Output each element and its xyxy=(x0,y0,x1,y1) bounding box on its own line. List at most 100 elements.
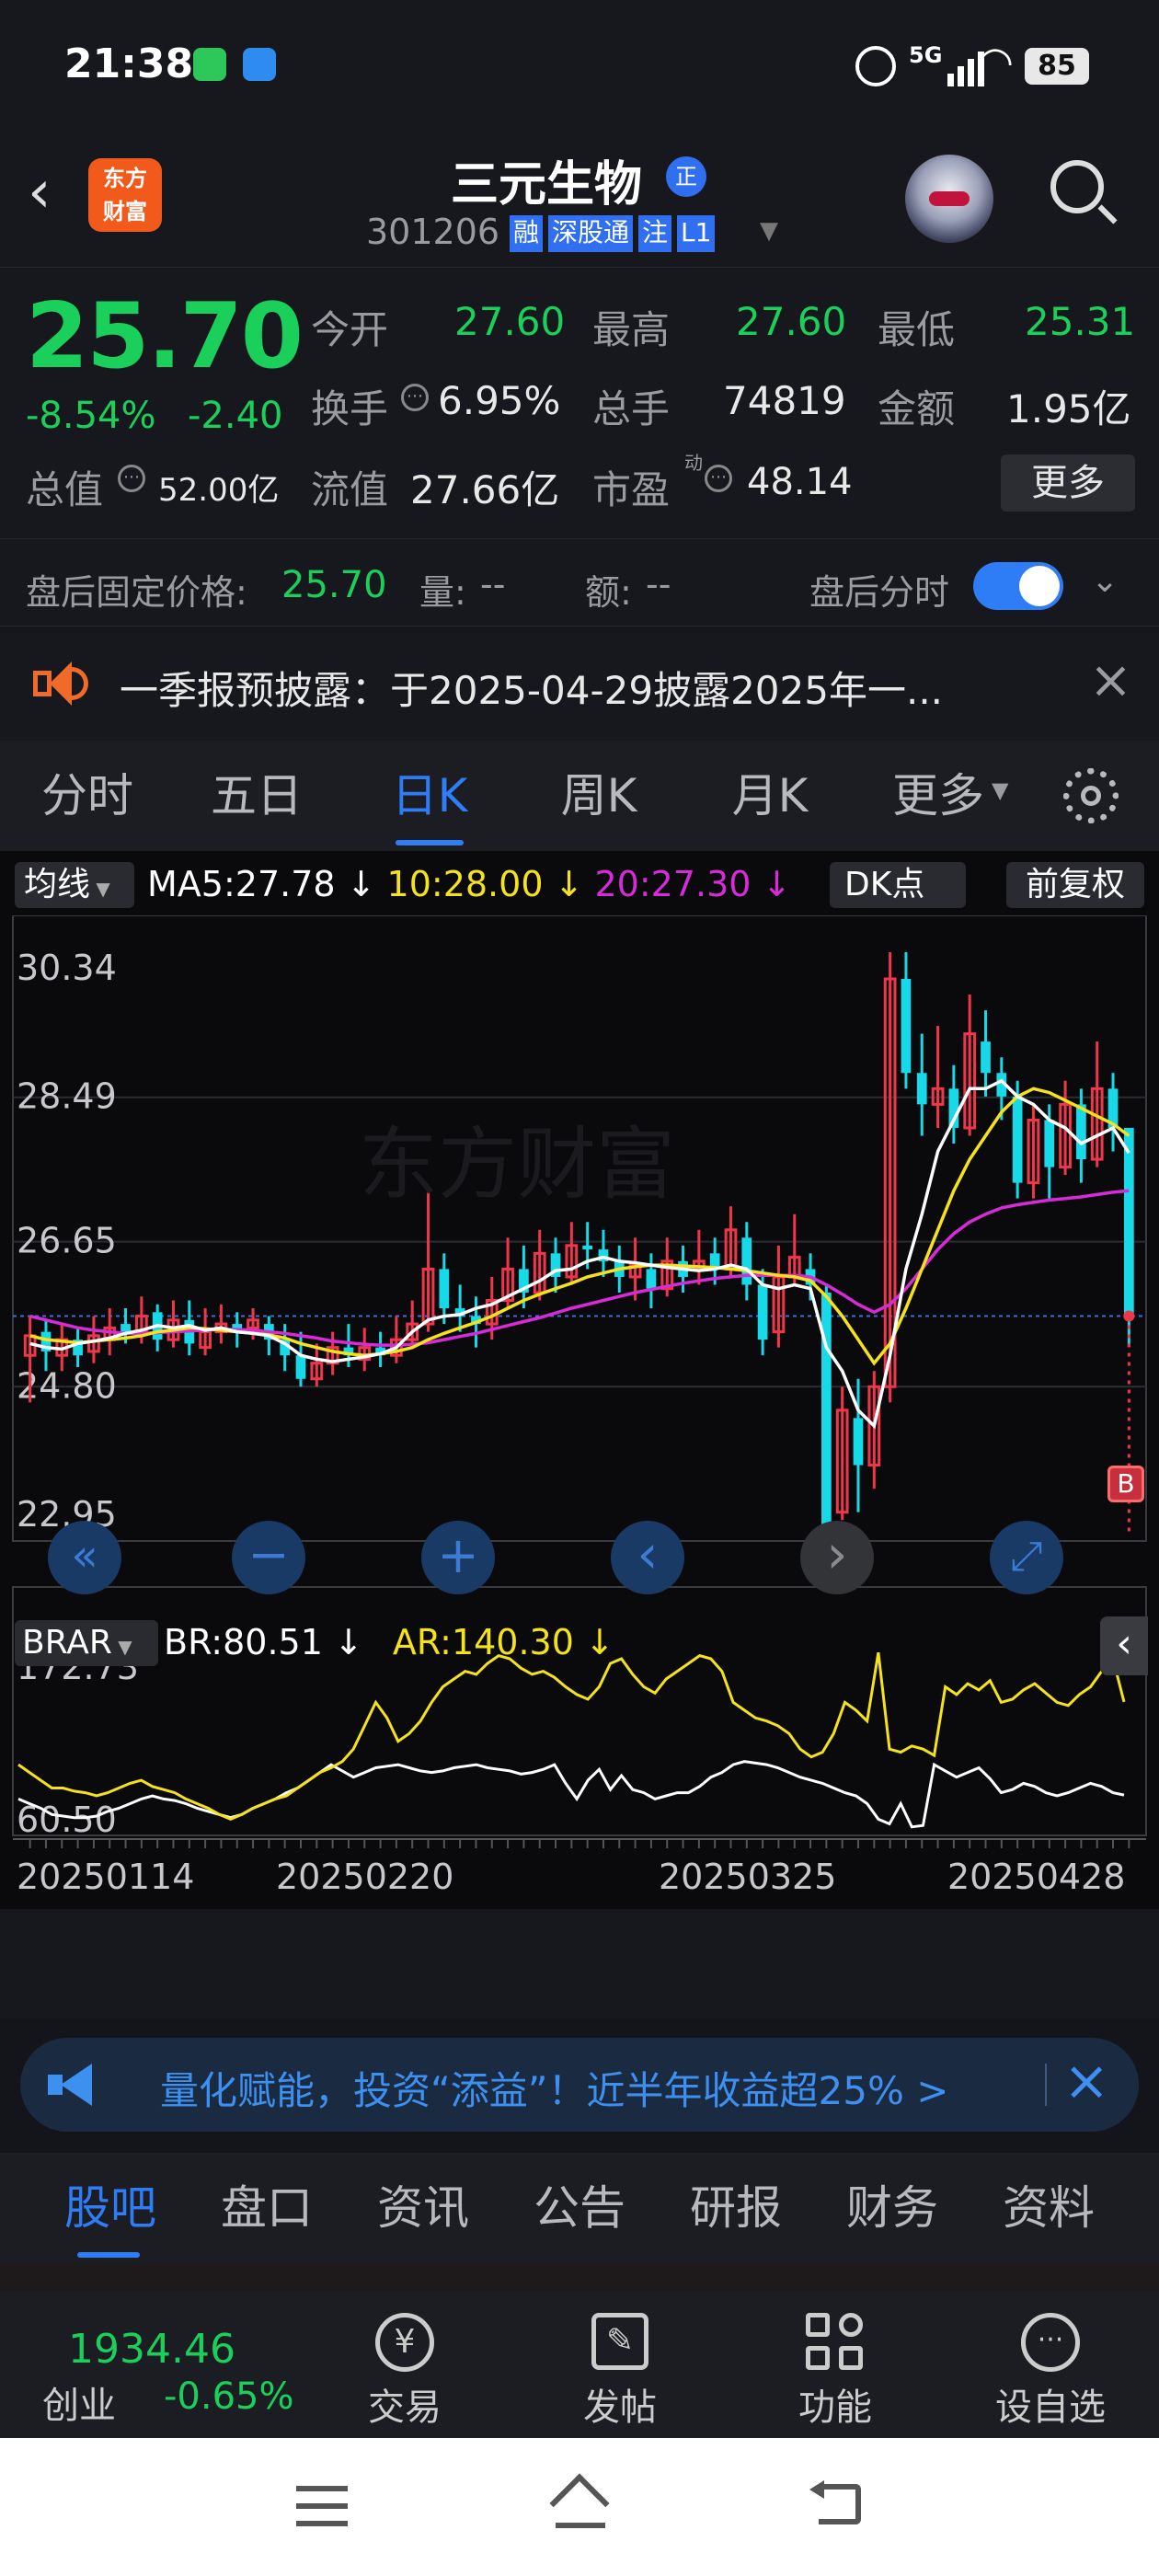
collapse-panel-icon[interactable]: ‹ xyxy=(1100,1616,1148,1675)
trade-button[interactable]: ¥ 交易 xyxy=(340,2300,469,2429)
br-line xyxy=(17,1760,1125,1829)
promo-banner[interactable]: 量化赋能，投资“添益”！近半年收益超25% > × xyxy=(20,2038,1139,2132)
expand-caret-icon[interactable]: ▼ xyxy=(760,217,778,245)
tab-forum[interactable]: 股吧 xyxy=(46,2153,175,2263)
network-type: 5G xyxy=(909,42,943,68)
more-button[interactable]: 更多 xyxy=(1001,454,1135,512)
dk-point-button[interactable]: DK点 xyxy=(830,862,966,908)
indicator-selector[interactable]: BRAR ▼ xyxy=(15,1620,158,1666)
tab-daily-k[interactable]: 日K xyxy=(361,741,499,851)
tab-news[interactable]: 资讯 xyxy=(359,2153,488,2263)
ma5-value: MA5:27.78 xyxy=(147,864,336,904)
system-nav-bar xyxy=(0,2438,1159,2576)
tab-intraday[interactable]: 分时 xyxy=(18,741,156,851)
quote-panel: 25.70 -8.54% -2.40 今开 27.60 最高 27.60 最低 … xyxy=(0,267,1159,626)
candle-body xyxy=(757,1284,768,1340)
rewind-icon[interactable]: « xyxy=(48,1521,121,1594)
functions-button[interactable]: 功能 xyxy=(771,2300,900,2429)
app-notification-icon xyxy=(243,48,276,81)
tab-more[interactable]: 更多 xyxy=(883,741,993,851)
back-nav-icon[interactable] xyxy=(809,2478,865,2530)
alarm-icon xyxy=(855,46,896,86)
adjust-button[interactable]: 前复权 xyxy=(1006,862,1144,908)
functions-label: 功能 xyxy=(798,2386,872,2429)
search-icon[interactable] xyxy=(1050,160,1118,226)
tab-research[interactable]: 研报 xyxy=(671,2153,800,2263)
trade-label: 交易 xyxy=(368,2386,442,2429)
amount-label: 金额 xyxy=(878,386,956,431)
back-button[interactable]: ‹ xyxy=(28,160,74,224)
notice-text: 一季报预披露：于2025-04-29披露2025年一... xyxy=(120,668,944,713)
tab-announcements[interactable]: 公告 xyxy=(515,2153,644,2263)
scroll-left-icon[interactable]: ‹ xyxy=(611,1521,684,1594)
candle-body xyxy=(120,1324,131,1332)
chart-bottom-spacer xyxy=(0,1909,1159,2019)
after-amount-label: 额: xyxy=(585,572,632,613)
stock-code: 301206 xyxy=(366,212,500,252)
kline-chart[interactable]: 30.3428.4926.6524.8022.95东方财富172.7360.50… xyxy=(0,915,1159,2019)
after-hours-toggle-label: 盘后分时 xyxy=(809,572,950,613)
active-tab-indicator xyxy=(396,840,464,845)
ma-selector-button[interactable]: 均线 ▼ xyxy=(15,862,134,908)
chevron-down-icon[interactable]: ⌄ xyxy=(1091,562,1119,600)
buy-marker[interactable]: B xyxy=(1107,1466,1144,1502)
menu-icon[interactable] xyxy=(296,2486,348,2526)
change-percent: -8.54% xyxy=(26,395,156,437)
caret-down-icon[interactable]: ▼ xyxy=(992,777,1008,803)
candle-body xyxy=(646,1269,657,1289)
high-value: 27.60 xyxy=(736,299,847,344)
home-icon[interactable] xyxy=(549,2473,611,2534)
tab-monthly-k[interactable]: 月K xyxy=(701,741,839,851)
indicator-values: BR:80.51 ↓ AR:140.30 ↓ xyxy=(164,1622,614,1662)
content-tabs: 股吧 盘口 资讯 公告 研报 财务 资料 xyxy=(0,2153,1159,2263)
after-hours-toggle[interactable] xyxy=(973,562,1063,610)
after-hours-price: 25.70 xyxy=(281,564,387,606)
notice-bar[interactable]: 一季报预披露：于2025-04-29披露2025年一... × xyxy=(0,626,1159,741)
tab-weekly-k[interactable]: 周K xyxy=(530,741,668,851)
post-button[interactable]: ✎ 发帖 xyxy=(556,2300,684,2429)
tab-five-day[interactable]: 五日 xyxy=(188,741,326,851)
y-axis-label: 24.80 xyxy=(17,1365,117,1406)
gear-icon[interactable] xyxy=(1063,768,1119,823)
x-axis-label: 20250325 xyxy=(659,1857,836,1897)
candle-body xyxy=(1123,1127,1134,1317)
bottom-toolbar: 1934.46 创业 -0.65% ¥ 交易 ✎ 发帖 功能 ··· 设自选 xyxy=(0,2291,1159,2438)
scroll-right-icon[interactable]: › xyxy=(800,1521,874,1594)
stock-name: 三元生物 xyxy=(451,157,643,213)
amount-value: 1.95亿 xyxy=(1006,386,1131,431)
low-label: 最低 xyxy=(878,307,956,352)
kline-chart-area: 均线 ▼ MA5:27.78 ↓ 10:28.00 ↓ 20:27.30 ↓ D… xyxy=(0,851,1159,2019)
candle-body xyxy=(582,1245,593,1250)
close-icon[interactable]: × xyxy=(1063,2049,1109,2113)
tab-financials[interactable]: 财务 xyxy=(828,2153,957,2263)
index-value: 1934.46 xyxy=(68,2326,235,2373)
tab-orderbook[interactable]: 盘口 xyxy=(202,2153,331,2263)
fullscreen-icon[interactable]: ⤢ xyxy=(990,1521,1063,1594)
turnover-value: 6.95% xyxy=(438,378,561,423)
index-change: -0.65% xyxy=(164,2375,294,2418)
stock-tags: 融 深股通 注 L1 xyxy=(510,215,716,252)
info-icon[interactable]: ⋯ xyxy=(118,465,145,492)
zoom-in-icon[interactable]: + xyxy=(421,1521,495,1594)
tab-profile[interactable]: 资料 xyxy=(984,2153,1113,2263)
index-ticker[interactable]: 1934.46 创业 -0.65% xyxy=(0,2291,313,2438)
candle-body xyxy=(1012,1096,1023,1183)
indicator-name: BRAR xyxy=(22,1624,112,1662)
tag-registered: 注 xyxy=(638,215,672,252)
info-icon[interactable]: ⋯ xyxy=(401,384,429,411)
megaphone-icon xyxy=(48,2064,94,2106)
add-watchlist-label: 设自选 xyxy=(995,2386,1106,2429)
x-axis-label: 20250114 xyxy=(17,1857,194,1897)
after-volume-value: -- xyxy=(480,564,506,604)
close-icon[interactable]: × xyxy=(1089,650,1132,710)
app-logo[interactable]: 东方 财富 xyxy=(88,158,162,232)
add-watchlist-button[interactable]: ··· 设自选 xyxy=(977,2300,1124,2429)
divider xyxy=(0,2263,1159,2291)
volume-value: 74819 xyxy=(723,378,846,423)
info-icon[interactable]: ⋯ xyxy=(705,465,732,492)
robot-assistant-icon[interactable] xyxy=(905,155,993,243)
banner-text: 量化赋能，投资“添益”！近半年收益超25% > xyxy=(160,2068,949,2113)
logo-text-top: 东方 xyxy=(103,166,147,191)
zoom-out-icon[interactable]: − xyxy=(232,1521,305,1594)
current-price-dot xyxy=(1123,1310,1135,1322)
